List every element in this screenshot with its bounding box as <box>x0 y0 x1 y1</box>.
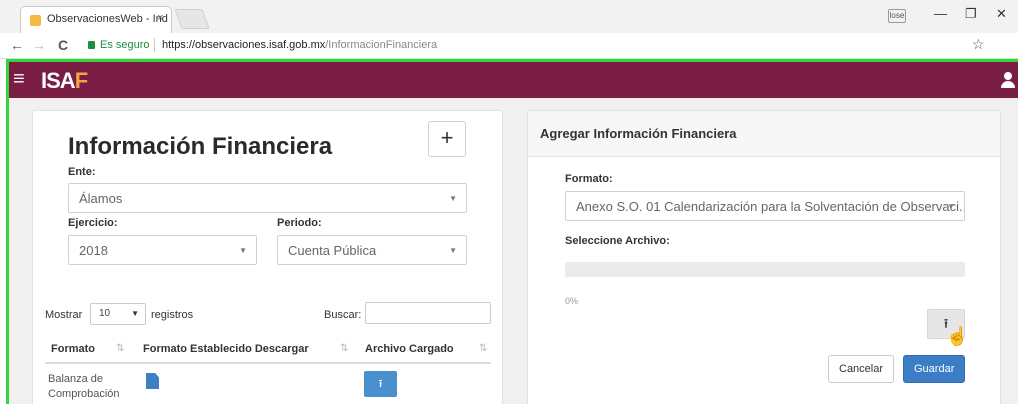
records-label: registros <box>151 309 194 321</box>
periodo-value: Cuenta Pública <box>288 243 377 258</box>
maximize-icon[interactable]: ❐ <box>965 6 977 22</box>
row-formato-cell: Balanza de Comprobación <box>48 373 120 400</box>
chevron-down-icon: ▼ <box>131 309 139 318</box>
formato-value: Anexo S.O. 01 Calendarización para la So… <box>576 199 965 214</box>
browser-toolbar: ← → C Es seguro https://observaciones.is… <box>0 33 1018 59</box>
chevron-down-icon: ▼ <box>449 246 457 255</box>
save-button[interactable]: Guardar <box>903 355 966 383</box>
search-input[interactable] <box>365 302 491 324</box>
user-icon[interactable] <box>1001 72 1015 88</box>
folder-favicon-icon <box>30 15 41 26</box>
url-base: https://observaciones.isaf.gob.mx <box>162 39 326 51</box>
chevron-down-icon: ▼ <box>449 194 457 203</box>
progress-text: 0% <box>565 296 579 306</box>
menu-icon[interactable]: ≡ <box>13 69 25 89</box>
file-label: Seleccione Archivo: <box>565 235 670 247</box>
minimize-icon[interactable]: — <box>934 6 947 21</box>
logo-main: ISA <box>41 68 76 93</box>
chevron-down-icon: ▼ <box>947 202 955 211</box>
ejercicio-label: Ejercicio: <box>68 217 118 229</box>
periodo-label: Periodo: <box>277 217 322 229</box>
upload-arrow-icon: ⭱ <box>378 378 383 390</box>
app-header: ≡ ISAF <box>9 62 1018 98</box>
browser-tabstrip: ObservacionesWeb - Ind × lose — ❐ ✕ <box>0 0 1018 33</box>
ente-label: Ente: <box>68 166 96 178</box>
page-size-select[interactable]: 10 ▼ <box>90 303 146 325</box>
bookmark-star-icon[interactable]: ☆ <box>972 36 985 53</box>
add-financial-info-panel: Agregar Información Financiera Formato: … <box>527 110 1001 404</box>
screen: ObservacionesWeb - Ind × lose — ❐ ✕ ← → … <box>0 0 1018 404</box>
search-label: Buscar: <box>324 309 362 321</box>
show-label: Mostrar <box>45 309 83 321</box>
tab-close-icon[interactable]: × <box>157 12 163 24</box>
panel-title: Agregar Información Financiera <box>540 126 737 141</box>
periodo-select[interactable]: Cuenta Pública ▼ <box>277 235 467 265</box>
file-download-icon[interactable] <box>146 373 159 389</box>
reload-icon[interactable]: C <box>58 37 68 53</box>
tab-title: ObservacionesWeb - Ind <box>47 13 168 25</box>
ente-select[interactable]: Álamos ▼ <box>68 183 467 213</box>
column-header-formato[interactable]: Formato <box>51 343 95 355</box>
formato-select[interactable]: Anexo S.O. 01 Calendarización para la So… <box>565 191 965 221</box>
browser-tab[interactable]: ObservacionesWeb - Ind × <box>20 6 172 33</box>
financial-info-panel: Información Financiera + Ente: Álamos ▼ … <box>32 110 503 404</box>
page-title: Información Financiera <box>68 133 333 160</box>
forward-arrow-icon[interactable]: → <box>32 37 46 53</box>
close-window-icon[interactable]: ✕ <box>996 6 1007 22</box>
logo-accent: F <box>74 68 88 93</box>
ente-value: Álamos <box>79 191 123 206</box>
panel-header: Agregar Información Financiera <box>528 111 1000 157</box>
formato-label: Formato: <box>565 173 613 185</box>
table-header-divider <box>45 362 491 364</box>
sort-icon[interactable]: ⇅ <box>479 343 487 354</box>
add-button[interactable]: + <box>428 121 466 157</box>
column-header-formato-descargar[interactable]: Formato Establecido Descargar <box>143 343 309 355</box>
sort-icon[interactable]: ⇅ <box>340 343 348 354</box>
url-text: https://observaciones.isaf.gob.mx/Inform… <box>162 39 437 51</box>
page-size-value: 10 <box>99 308 111 319</box>
upload-progress-bar <box>565 262 965 277</box>
isaf-logo[interactable]: ISAF <box>41 68 88 94</box>
column-header-archivo-cargado[interactable]: Archivo Cargado <box>365 343 454 355</box>
ejercicio-value: 2018 <box>79 243 108 258</box>
new-tab-button[interactable] <box>174 9 210 29</box>
secure-label: Es seguro <box>100 39 150 51</box>
lock-icon <box>88 41 95 49</box>
url-path: /InformacionFinanciera <box>325 39 438 51</box>
sort-icon[interactable]: ⇅ <box>116 343 124 354</box>
profile-badge[interactable]: lose <box>888 9 906 23</box>
upload-row-button[interactable]: ⭱ <box>364 371 397 397</box>
back-arrow-icon[interactable]: ← <box>10 37 24 53</box>
hand-cursor-icon: ☝ <box>946 326 969 346</box>
ejercicio-select[interactable]: 2018 ▼ <box>68 235 257 265</box>
address-separator <box>154 38 155 52</box>
address-bar[interactable]: Es seguro https://observaciones.isaf.gob… <box>84 36 988 56</box>
cancel-button[interactable]: Cancelar <box>828 355 895 383</box>
chevron-down-icon: ▼ <box>239 246 247 255</box>
